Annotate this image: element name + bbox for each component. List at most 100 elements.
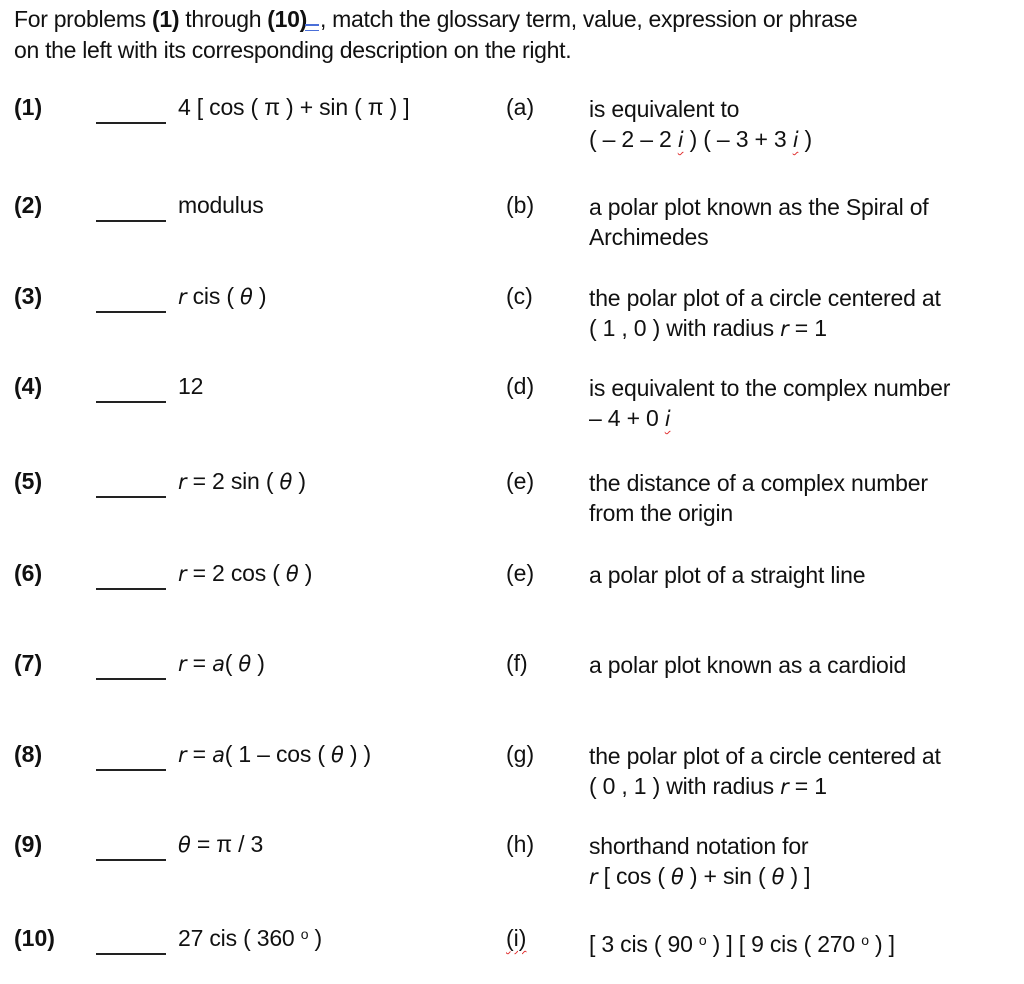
var-theta: θ — [238, 652, 252, 676]
description: a polar plot of a straight line — [589, 560, 1009, 590]
var-theta: θ — [771, 865, 785, 889]
expr-part: ( 1 – cos ( — [224, 741, 331, 767]
description-letter: (e) — [506, 468, 535, 494]
expr-part: ( 0 , 1 ) with radius — [589, 773, 781, 799]
answer-blank[interactable] — [96, 401, 166, 403]
expr-part: ) — [252, 283, 267, 309]
last-problem-ref: (10) — [267, 6, 307, 32]
expr-part: = 2 cos ( — [186, 560, 286, 586]
expr-part: = 2 sin ( — [186, 468, 280, 494]
description-line: the polar plot of a circle centered at — [589, 743, 941, 769]
answer-blank[interactable] — [96, 311, 166, 313]
description: is equivalent to ( – 2 – 2 i ) ( – 3 + 3… — [589, 94, 1009, 155]
expr-part: ) — [251, 650, 265, 676]
problem-number: (10) — [14, 925, 55, 951]
answer-blank[interactable] — [96, 496, 166, 498]
expr-part: ) — [308, 925, 322, 951]
grammar-mark-icon — [305, 24, 319, 31]
problem-term: r = a( 1 – cos ( θ ) ) — [178, 741, 371, 768]
description-line: a polar plot known as the Spiral of — [589, 194, 929, 220]
problem-number: (1) — [14, 94, 43, 120]
answer-blank[interactable] — [96, 953, 166, 955]
problem-term: r = 2 cos ( θ ) — [178, 560, 312, 587]
var-a: a — [212, 743, 225, 767]
description-line: r [ cos ( θ ) + sin ( θ ) ] — [589, 861, 1009, 892]
description-line: ( 1 , 0 ) with radius r = 1 — [589, 313, 1009, 344]
description-letter: (g) — [506, 741, 535, 767]
answer-blank[interactable] — [96, 859, 166, 861]
problem-number: (7) — [14, 650, 43, 676]
expr-part: ) + sin ( — [683, 863, 772, 889]
description-letter: (f) — [506, 650, 528, 676]
expr-part: [ cos ( — [597, 863, 672, 889]
answer-blank[interactable] — [96, 769, 166, 771]
expr-part: ) ] [ 9 cis ( 270 — [706, 931, 862, 957]
imaginary-unit: i — [664, 407, 671, 431]
description-line: from the origin — [589, 500, 734, 526]
problem-term: modulus — [178, 192, 264, 218]
var-r: r — [780, 775, 789, 799]
problem-number: (4) — [14, 373, 43, 399]
answer-blank[interactable] — [96, 588, 166, 590]
expr-part: 27 cis ( 360 — [178, 925, 301, 951]
description-line: ( – 2 – 2 i ) ( – 3 + 3 i ) — [589, 124, 1009, 155]
problem-term: r = a( θ ) — [178, 650, 265, 677]
description-line: is equivalent to — [589, 96, 740, 122]
description-line: a polar plot of a straight line — [589, 562, 866, 588]
expr-part: ) — [292, 468, 306, 494]
var-theta: θ — [285, 562, 299, 586]
expr-part: ) ] — [784, 863, 811, 889]
expr-part: = 1 — [788, 315, 827, 341]
expr-part: ( – 2 – 2 — [589, 126, 678, 152]
var-r: r — [780, 317, 789, 341]
description-line: Archimedes — [589, 224, 709, 250]
problem-term: 27 cis ( 360 o ) — [178, 925, 322, 952]
description: shorthand notation for r [ cos ( θ ) + s… — [589, 831, 1009, 892]
expr-part: = — [186, 650, 213, 676]
answer-blank[interactable] — [96, 220, 166, 222]
description-letter: (c) — [506, 283, 533, 309]
description: a polar plot known as the Spiral of Arch… — [589, 192, 1009, 252]
first-problem-ref: (1) — [151, 6, 180, 32]
instructions-text: through — [179, 6, 268, 32]
expr-part: – 4 + 0 — [589, 405, 665, 431]
letter-text: (i) — [506, 925, 527, 951]
problem-number: (5) — [14, 468, 43, 494]
description-line: a polar plot known as a cardioid — [589, 652, 907, 678]
instructions-text: For problems — [14, 6, 152, 32]
expr-part: = π / 3 — [190, 831, 264, 857]
description: the polar plot of a circle centered at (… — [589, 283, 1009, 344]
problem-term: r cis ( θ ) — [178, 283, 266, 310]
var-theta: θ — [178, 833, 191, 857]
answer-blank[interactable] — [96, 122, 166, 124]
description-line: the distance of a complex number — [589, 470, 928, 496]
answer-blank[interactable] — [96, 678, 166, 680]
problem-number: (9) — [14, 831, 43, 857]
description-letter: (d) — [506, 373, 535, 399]
expr-part: ) ] — [868, 931, 895, 957]
expr-part: ( — [224, 650, 239, 676]
description: the polar plot of a circle centered at (… — [589, 741, 1009, 802]
description-line: the polar plot of a circle centered at — [589, 285, 941, 311]
expr-part: cis ( — [186, 283, 240, 309]
var-a: a — [212, 652, 225, 676]
expr-part: = — [186, 741, 213, 767]
description-letter: (a) — [506, 94, 535, 120]
problem-number: (2) — [14, 192, 43, 218]
description: is equivalent to the complex number – 4 … — [589, 373, 1009, 434]
expr-part: ) ) — [343, 741, 371, 767]
instructions: For problems (1) through (10) , match the… — [14, 4, 1014, 66]
description-letter: (h) — [506, 831, 535, 857]
description-line: – 4 + 0 i — [589, 403, 1009, 434]
problem-term: θ = π / 3 — [178, 831, 263, 858]
problem-term: r = 2 sin ( θ ) — [178, 468, 306, 495]
degree-symbol: o — [861, 932, 869, 948]
description: [ 3 cis ( 90 o ) ] [ 9 cis ( 270 o ) ] — [589, 925, 1009, 959]
description-line: [ 3 cis ( 90 o ) ] [ 9 cis ( 270 o ) ] — [589, 925, 1009, 959]
description-letter: (i) — [506, 925, 526, 952]
instructions-text-line2: on the left with its corresponding descr… — [14, 37, 572, 63]
problem-number: (8) — [14, 741, 43, 767]
expr-part: ) ( – 3 + 3 — [683, 126, 793, 152]
description-letter: (b) — [506, 192, 535, 218]
problem-number: (6) — [14, 560, 43, 586]
